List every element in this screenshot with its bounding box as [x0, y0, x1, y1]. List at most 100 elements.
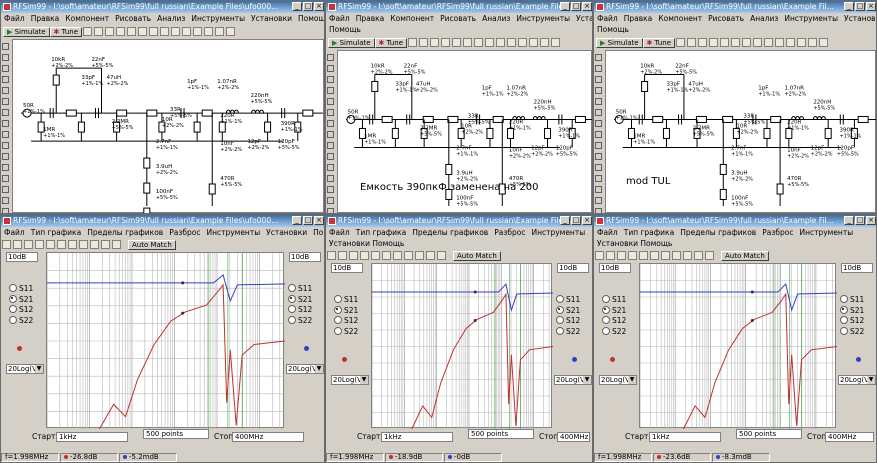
format-select-right[interactable]: 20Log(V) ▼: [554, 375, 592, 385]
param-radio-s12[interactable]: S12: [556, 316, 580, 327]
toolbar-icon[interactable]: [382, 251, 391, 260]
palette-icon[interactable]: [2, 87, 9, 94]
radio-button[interactable]: [556, 326, 564, 335]
minimize-button[interactable]: _: [560, 2, 570, 11]
radio-button[interactable]: [602, 326, 610, 335]
palette-icon[interactable]: [595, 164, 602, 171]
menu-item[interactable]: Инструменты: [203, 228, 263, 237]
toolbar-icon[interactable]: [694, 251, 703, 260]
param-radio-s11[interactable]: S11: [840, 295, 864, 306]
toolbar-icon[interactable]: [404, 251, 413, 260]
param-radio-s22[interactable]: S22: [334, 326, 358, 338]
plot-area[interactable]: [639, 263, 837, 429]
radio-button[interactable]: [840, 316, 848, 324]
radio-button[interactable]: [288, 284, 296, 292]
radio-button[interactable]: [602, 316, 610, 324]
radio-button[interactable]: [556, 305, 564, 314]
scale-left-input[interactable]: 10dB: [6, 252, 38, 262]
menu-item[interactable]: Установки: [248, 14, 295, 23]
menu-item[interactable]: Компонент: [62, 14, 112, 23]
toolbar-icon[interactable]: [83, 27, 93, 36]
toolbar-icon[interactable]: [775, 38, 785, 47]
palette-icon[interactable]: [327, 131, 334, 138]
format-select-right[interactable]: 20Log(V) ▼: [838, 375, 876, 385]
palette-icon[interactable]: [2, 76, 9, 83]
toolbar-icon[interactable]: [661, 251, 670, 260]
toolbar-icon[interactable]: [13, 240, 22, 249]
toolbar-icon[interactable]: [452, 38, 462, 47]
toolbar-icon[interactable]: [764, 38, 774, 47]
tune-button[interactable]: ✱ Tune: [374, 38, 408, 48]
palette-icon[interactable]: [327, 87, 334, 94]
toolbar-icon[interactable]: [193, 27, 203, 36]
toolbar-icon[interactable]: [540, 38, 550, 47]
stop-input[interactable]: 400MHz: [825, 432, 874, 442]
toolbar-icon[interactable]: [182, 27, 192, 36]
palette-icon[interactable]: [595, 109, 602, 116]
toolbar-icon[interactable]: [215, 27, 225, 36]
menu-item[interactable]: Установки: [263, 228, 310, 237]
maximize-button[interactable]: □: [855, 2, 865, 11]
radio-button[interactable]: [840, 305, 848, 314]
menu-item[interactable]: Компонент: [387, 14, 437, 23]
radio-button[interactable]: [602, 295, 610, 303]
toolbar-icon[interactable]: [606, 251, 615, 260]
menu-item[interactable]: Файл: [1, 14, 28, 23]
param-radio-s22[interactable]: S22: [840, 326, 864, 338]
radio-button[interactable]: [288, 305, 296, 313]
toolbar-icon[interactable]: [419, 38, 429, 47]
menu-item[interactable]: Тип графика: [353, 228, 409, 237]
toolbar-icon[interactable]: [338, 251, 347, 260]
tune-button[interactable]: ✱ Tune: [642, 38, 676, 48]
radio-button[interactable]: [288, 294, 296, 303]
close-button[interactable]: ×: [866, 2, 876, 11]
menu-item[interactable]: Тип графика: [621, 228, 677, 237]
toolbar-icon[interactable]: [327, 251, 336, 260]
menu-item[interactable]: Помощь: [295, 14, 324, 23]
toolbar-icon[interactable]: [371, 251, 380, 260]
points-input[interactable]: 500 points: [736, 429, 802, 439]
close-button[interactable]: ×: [314, 2, 324, 11]
toolbar-icon[interactable]: [650, 251, 659, 260]
toolbar-icon[interactable]: [138, 27, 148, 36]
minimize-button[interactable]: _: [844, 2, 854, 11]
radio-button[interactable]: [556, 295, 564, 303]
schematic-canvas[interactable]: 50R +1%-1% 10kR +2%-2% 22nF +5%-5% 33pF +1%-1% 4…: [337, 50, 592, 213]
menu-item[interactable]: Инструменты: [528, 228, 588, 237]
maximize-button[interactable]: □: [571, 216, 581, 225]
menu-row-2[interactable]: Установки Помощь: [594, 238, 876, 249]
start-input[interactable]: 1kHz: [649, 432, 721, 442]
palette-icon[interactable]: [595, 175, 602, 182]
palette-icon[interactable]: [327, 186, 334, 193]
toolbar-icon[interactable]: [57, 240, 66, 249]
menu-item[interactable]: Установки: [841, 14, 876, 23]
menu-item[interactable]: Анализ: [747, 14, 781, 23]
param-radio-s12[interactable]: S12: [602, 316, 626, 327]
radio-button[interactable]: [9, 294, 17, 303]
palette-icon[interactable]: [327, 153, 334, 160]
radio-button[interactable]: [602, 305, 610, 314]
points-input[interactable]: 500 points: [468, 429, 534, 439]
toolbar-icon[interactable]: [441, 38, 451, 47]
param-radio-s21[interactable]: S21: [334, 305, 358, 317]
palette-icon[interactable]: [327, 142, 334, 149]
palette-icon[interactable]: [327, 175, 334, 182]
menu-item[interactable]: Правка: [28, 14, 63, 23]
toolbar-icon[interactable]: [496, 38, 506, 47]
toolbar-icon[interactable]: [753, 38, 763, 47]
toolbar-icon[interactable]: [430, 38, 440, 47]
format-select-left[interactable]: 20Log(V) ▼: [6, 364, 44, 374]
palette-icon[interactable]: [595, 120, 602, 127]
minimize-button[interactable]: _: [292, 2, 302, 11]
menu-item[interactable]: Рисовать: [437, 14, 479, 23]
param-radio-s11[interactable]: S11: [9, 284, 33, 295]
radio-button[interactable]: [288, 315, 296, 324]
radio-button[interactable]: [9, 305, 17, 313]
menu-item[interactable]: Рисовать: [705, 14, 747, 23]
toolbar-icon[interactable]: [463, 38, 473, 47]
menu-item[interactable]: Разброс: [491, 228, 528, 237]
toolbar-icon[interactable]: [797, 38, 807, 47]
menu-item[interactable]: Файл: [594, 228, 621, 237]
toolbar-icon[interactable]: [112, 240, 121, 249]
format-select-left[interactable]: 20Log(V) ▼: [331, 375, 369, 385]
